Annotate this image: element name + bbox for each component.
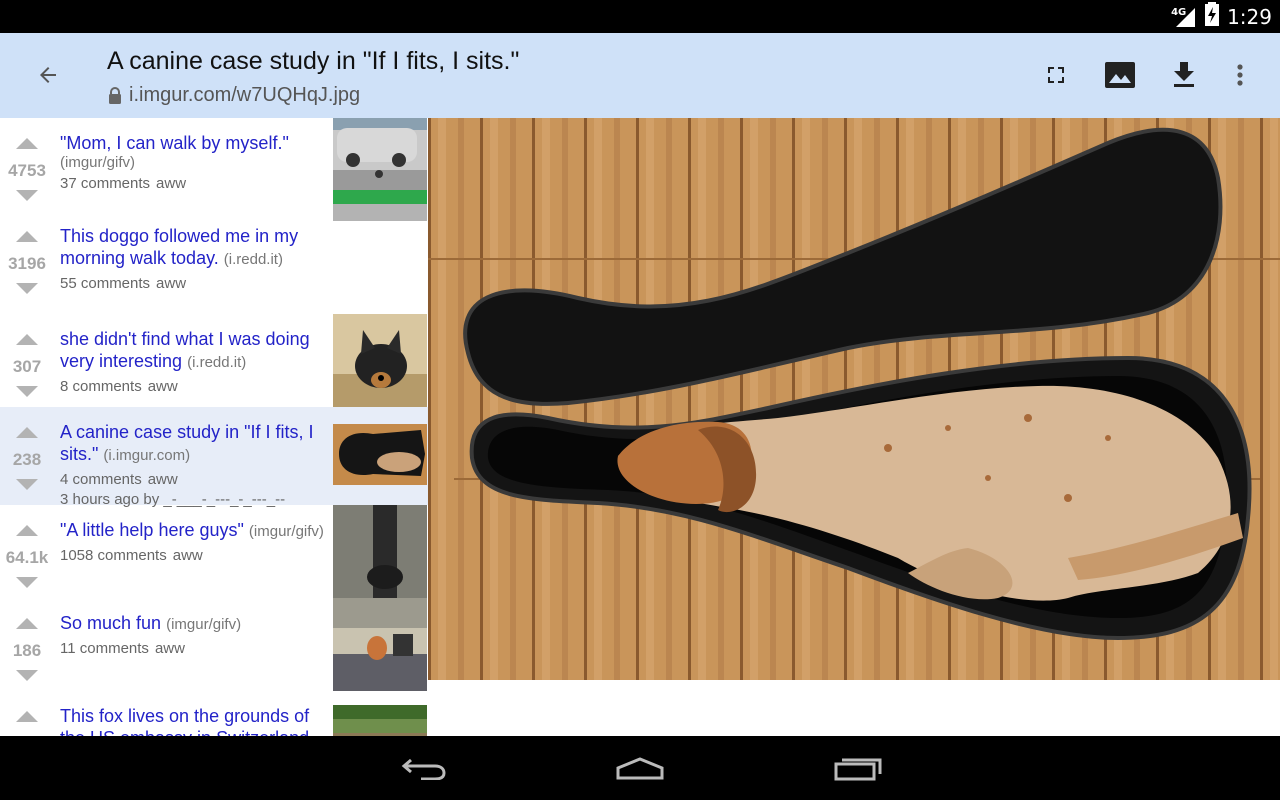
subreddit[interactable]: aww — [156, 175, 186, 192]
post-domain: (i.imgur.com) — [103, 447, 191, 464]
subreddit[interactable]: aww — [156, 275, 186, 292]
post-score: 3196 — [8, 254, 46, 273]
post-row[interactable]: 313 This fox lives on the grounds of the… — [0, 691, 428, 736]
post-domain: (i.redd.it) — [187, 354, 247, 371]
downvote-icon[interactable] — [16, 190, 38, 201]
download-icon — [1174, 62, 1194, 87]
clock: 1:29 — [1227, 4, 1272, 29]
post-thumbnail[interactable] — [333, 705, 427, 736]
post-domain: (i.redd.it) — [223, 251, 283, 268]
app-bar: A canine case study in "If I fits, I sit… — [0, 33, 1280, 118]
recents-icon — [834, 758, 882, 781]
post-title[interactable]: she didn't find what I was doing very in… — [60, 329, 310, 371]
upvote-icon[interactable] — [16, 618, 38, 629]
comment-count[interactable]: 8 comments — [60, 378, 142, 395]
image-icon — [1105, 62, 1135, 88]
fullscreen-icon — [1048, 67, 1064, 83]
post-domain: (imgur/gifv) — [166, 616, 242, 633]
vote-column: 4753 — [0, 118, 54, 211]
image-button[interactable] — [1100, 55, 1140, 95]
upvote-icon[interactable] — [16, 138, 38, 149]
post-image[interactable] — [428, 118, 1280, 680]
nav-home-button[interactable] — [610, 750, 670, 786]
subreddit[interactable]: aww — [148, 378, 178, 395]
comment-count[interactable]: 55 comments — [60, 275, 150, 292]
post-score: 4753 — [8, 161, 46, 180]
comment-count[interactable]: 37 comments — [60, 175, 150, 192]
post-thumbnail[interactable] — [333, 505, 427, 598]
page-title: A canine case study in "If I fits, I sit… — [107, 47, 520, 75]
upvote-icon[interactable] — [16, 525, 38, 536]
post-row[interactable]: 307 she didn't find what I was doing ver… — [0, 314, 428, 593]
post-domain: (imgur/gifv) — [60, 154, 136, 171]
nav-back-button[interactable] — [394, 750, 454, 786]
lock-icon — [109, 86, 121, 104]
post-row[interactable]: 64.1k "A little help here guys" (imgur/g… — [0, 505, 428, 598]
vote-column: 307 — [0, 314, 54, 407]
post-row[interactable]: 186 So much fun (imgur/gifv) 11 comments… — [0, 598, 428, 691]
post-row[interactable]: 3196 This doggo followed me in my mornin… — [0, 211, 428, 407]
post-thumbnail[interactable] — [333, 424, 427, 485]
vote-column: 238 — [0, 407, 54, 500]
download-button[interactable] — [1164, 55, 1204, 95]
post-score: 238 — [12, 450, 42, 469]
post-score: 64.1k — [5, 548, 49, 567]
upvote-icon[interactable] — [16, 334, 38, 345]
post-row-selected[interactable]: 238 A canine case study in "If I fits, I… — [0, 407, 428, 508]
home-icon — [616, 757, 664, 780]
status-bar: 4G 1:29 — [0, 0, 1280, 33]
post-domain: (imgur/gifv) — [248, 523, 324, 540]
fullscreen-button[interactable] — [1036, 55, 1076, 95]
post-title[interactable]: This fox lives on the grounds of the US … — [60, 706, 314, 736]
signal-icon: 4G — [1171, 5, 1197, 29]
subreddit[interactable]: aww — [155, 640, 185, 657]
upvote-icon[interactable] — [16, 427, 38, 438]
upvote-icon[interactable] — [16, 711, 38, 722]
vote-column: 186 — [0, 598, 54, 691]
post-thumbnail[interactable] — [333, 598, 427, 691]
comment-count[interactable]: 1058 comments — [60, 547, 167, 564]
back-button[interactable] — [28, 55, 68, 95]
network-type: 4G — [1171, 6, 1187, 18]
post-row[interactable]: 4753 "Mom, I can walk by myself." (imgur… — [0, 118, 428, 221]
vote-column: 313 — [0, 691, 54, 736]
back-arrow-icon — [40, 67, 56, 83]
downvote-icon[interactable] — [16, 283, 38, 294]
nav-recents-button[interactable] — [828, 750, 888, 786]
overflow-menu-icon — [1237, 64, 1243, 86]
image-viewer[interactable] — [428, 118, 1280, 736]
overflow-menu-button[interactable] — [1220, 55, 1260, 95]
system-navigation-bar — [0, 736, 1280, 800]
downvote-icon[interactable] — [16, 577, 38, 588]
vote-column: 64.1k — [0, 505, 54, 598]
post-title[interactable]: So much fun — [60, 613, 161, 633]
post-title[interactable]: "Mom, I can walk by myself." — [60, 133, 289, 153]
comment-count[interactable]: 11 comments — [60, 640, 149, 657]
url-text: i.imgur.com/w7UQHqJ.jpg — [129, 84, 361, 106]
subreddit[interactable]: aww — [148, 471, 178, 488]
url-row: i.imgur.com/w7UQHqJ.jpg — [108, 84, 360, 107]
nav-back-icon — [401, 758, 446, 780]
comment-count[interactable]: 4 comments — [60, 471, 142, 488]
vote-column: 3196 — [0, 211, 54, 304]
downvote-icon[interactable] — [16, 670, 38, 681]
post-thumbnail[interactable] — [333, 118, 427, 221]
post-title[interactable]: "A little help here guys" — [60, 520, 244, 540]
post-score: 307 — [12, 357, 42, 376]
post-list: 4753 "Mom, I can walk by myself." (imgur… — [0, 118, 428, 736]
battery-icon — [1205, 2, 1220, 31]
downvote-icon[interactable] — [16, 479, 38, 490]
post-score: 186 — [12, 641, 42, 660]
subreddit[interactable]: aww — [173, 547, 203, 564]
downvote-icon[interactable] — [16, 386, 38, 397]
upvote-icon[interactable] — [16, 231, 38, 242]
